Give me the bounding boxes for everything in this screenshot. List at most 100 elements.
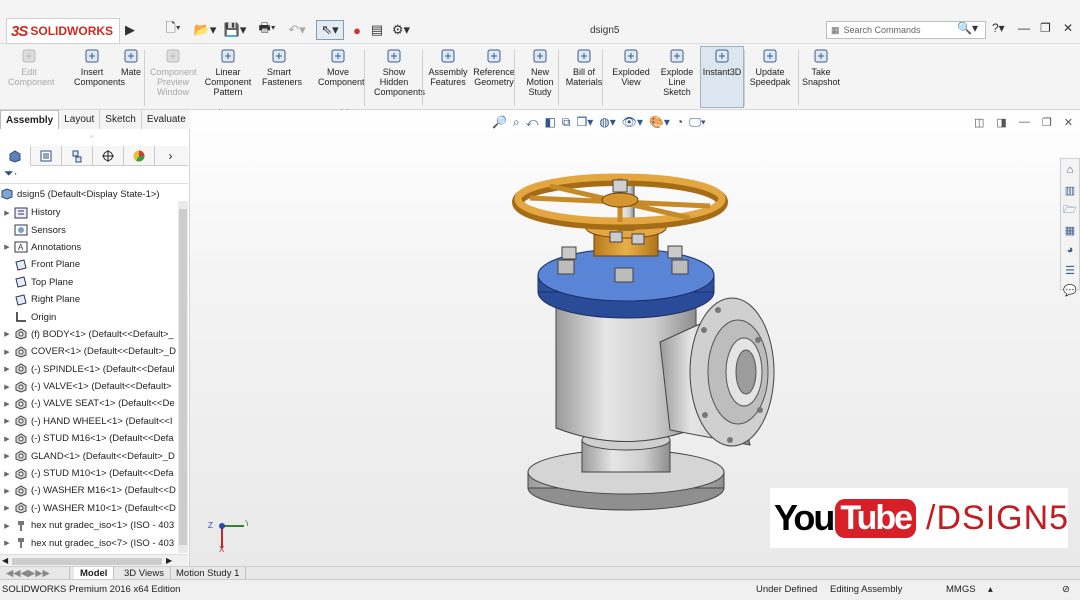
doc-close-icon[interactable]: ✕ [1064,116,1073,129]
cmd-explode-line-sketch-button[interactable]: Explode Line Sketch [658,47,696,97]
file-explorer-icon[interactable]: 🗁 [1061,201,1079,219]
dynamic-annotation-icon[interactable]: ⧉ [562,115,571,131]
tree-item[interactable]: Right Plane [0,291,178,308]
cmd-update-speedpak-button[interactable]: Update Speedpak [748,47,792,87]
expand-arrow-icon[interactable]: ▶ [0,470,14,478]
new-document-icon[interactable]: 🗋▾ [160,20,186,40]
print-icon[interactable]: 🖶▾ [254,20,280,40]
scrollbar-thumb[interactable] [179,209,187,545]
tab-layout[interactable]: Layout [59,110,101,129]
solidworks-logo[interactable]: 3S SOLIDWORKS [6,18,120,44]
display-style-icon[interactable]: ◍▾ [599,115,616,131]
tree-item[interactable]: ▶ (-) STUD M10<1> (Default<<Defa [0,465,178,482]
cmd-instant3d-button[interactable]: Instant3D [700,46,744,108]
file-properties-icon[interactable]: ▤ [370,20,384,40]
expand-arrow-icon[interactable]: ▶ [0,522,14,530]
cmd-new-motion-study-button[interactable]: New Motion Study [522,47,558,97]
solidworks-resources-icon[interactable]: ⌂ [1061,161,1079,179]
scrollbar-thumb[interactable] [12,558,162,565]
cmd-mate-button[interactable]: Mate [118,47,144,77]
expand-arrow-icon[interactable]: ▶ [0,330,14,338]
tree-item[interactable]: ▶ hex nut gradec_iso<1> (ISO - 403 [0,517,178,534]
cmd-insert-components-button[interactable]: Insert Components [74,47,125,87]
open-document-icon[interactable]: 📂▾ [192,20,218,40]
tree-item[interactable]: ▶ (-) STUD M16<1> (Default<<Defa [0,430,178,447]
select-cursor-icon[interactable]: ⇖▾ [316,20,344,40]
apply-scene-icon[interactable]: ◔ [676,115,683,131]
edit-appearance-icon[interactable]: 🎨▾ [649,115,670,131]
tree-root[interactable]: dsign5 (Default<Display State-1>) [0,187,178,201]
tree-item[interactable]: ▶ COVER<1> (Default<<Default>_D [0,343,178,360]
restore-icon[interactable]: ❐ [1040,21,1051,35]
cmd-take-snapshot-button[interactable]: Take Snapshot [800,47,842,87]
cmd-show-hidden-components-button[interactable]: Show Hidden Components [374,47,425,97]
expand-arrow-icon[interactable]: ▶ [0,452,14,460]
tile-icon[interactable]: ◫ [974,116,984,129]
zoom-to-fit-icon[interactable]: 🔎 [492,115,507,131]
tree-item[interactable]: ▶ GLAND<1> (Default<<Default>_D [0,447,178,464]
section-view-icon[interactable]: ◧ [545,115,556,131]
expand-arrow-icon[interactable]: ▶ [0,383,14,391]
expand-arrow-icon[interactable]: ▶ [0,487,14,495]
panel-grip-icon[interactable]: ◦ [90,132,93,141]
minimize-icon[interactable]: — [1018,21,1030,35]
tabs-next-arrow-icon[interactable]: › [155,146,186,166]
tree-vertical-scrollbar[interactable] [178,201,188,553]
rebuild-status-icon[interactable]: ⊘ [1062,584,1070,595]
rebuild-icon[interactable]: ● [350,20,364,40]
cmd-move-component-button[interactable]: Move Component [318,47,365,87]
cmd-linear-component-pattern-button[interactable]: Linear Component Pattern [204,47,252,97]
tree-item[interactable]: ▶ A Annotations [0,239,178,256]
expand-arrow-icon[interactable]: ▶ [0,435,14,443]
appearances-icon[interactable]: ◕ [1061,241,1079,259]
close-icon[interactable]: ✕ [1063,21,1073,35]
view-palette-icon[interactable]: ▦ [1061,221,1079,239]
design-library-icon[interactable]: ▥ [1061,181,1079,199]
status-units[interactable]: MMGS [946,584,976,595]
cmd-edit-component-button[interactable]: Edit Component [8,47,55,87]
expand-arrow-icon[interactable]: ▶ [0,348,14,356]
save-icon[interactable]: 💾▾ [222,20,248,40]
cmd-smart-fasteners-button[interactable]: Smart Fasteners [262,47,302,87]
tree-item[interactable]: Origin [0,308,178,325]
tree-item[interactable]: ▶ (-) SPINDLE<1> (Default<<Defaul [0,361,178,378]
feature-tree-tab-icon[interactable] [0,146,31,166]
expand-arrow-icon[interactable]: ▶ [0,400,14,408]
scroll-right-icon[interactable]: ▶ [166,556,172,565]
doc-restore-icon[interactable]: ❐ [1042,116,1052,129]
expand-arrow-icon[interactable]: ▶ [0,209,14,217]
expand-arrow-icon[interactable]: ▶ [0,243,14,251]
view-settings-icon[interactable]: 🖵▾ [689,115,706,131]
tree-item[interactable]: ▶ History [0,204,178,221]
tree-item[interactable]: ▶ hex nut gradec_iso<7> (ISO - 403 [0,534,178,551]
display-manager-tab-icon[interactable] [124,146,155,166]
split-icon[interactable]: ◨ [996,116,1006,129]
tree-item[interactable]: ▶ (f) BODY<1> (Default<<Default>_ [0,326,178,343]
tree-item[interactable]: ▶ (-) WASHER M10<1> (Default<<D [0,500,178,517]
expand-arrow-icon[interactable]: ▶ [0,417,14,425]
cmd-assembly-features-button[interactable]: Assembly Features [428,47,468,87]
cmd-bill-of-materials-button[interactable]: Bill of Materials [564,47,604,87]
tree-item[interactable]: ▶ (-) WASHER M16<1> (Default<<D [0,482,178,499]
cmd-exploded-view-button[interactable]: Exploded View [610,47,652,87]
help-icon[interactable]: ?▾ [992,21,1005,35]
tree-item[interactable]: ▶ (-) HAND WHEEL<1> (Default<<I [0,413,178,430]
cmd-component-preview-window-button[interactable]: Component Preview Window [150,47,197,97]
expand-arrow-icon[interactable]: ▶ [0,504,14,512]
search-icon[interactable]: 🔍▾ [957,21,978,35]
options-gear-icon[interactable]: ⚙▾ [388,20,414,40]
hide-show-items-icon[interactable]: 👁▾ [622,115,643,131]
property-manager-tab-icon[interactable] [31,146,62,166]
tab-assembly[interactable]: Assembly [0,110,60,129]
tab-sketch[interactable]: Sketch [100,110,142,129]
previous-view-icon[interactable]: ⤺ [526,115,539,131]
tree-item[interactable]: Top Plane [0,274,178,291]
tree-item[interactable]: ▶ (-) VALVE<1> (Default<<Default> [0,378,178,395]
tree-item[interactable]: Sensors [0,221,178,238]
doc-minimize-icon[interactable]: — [1019,116,1030,129]
undo-icon[interactable]: ↶▾ [284,20,310,40]
custom-properties-icon[interactable]: ☰ [1061,261,1079,279]
tree-item[interactable]: ▶ (-) VALVE SEAT<1> (Default<<De [0,395,178,412]
scroll-left-icon[interactable]: ◀ [2,556,8,565]
dimxpert-tab-icon[interactable] [93,146,124,166]
